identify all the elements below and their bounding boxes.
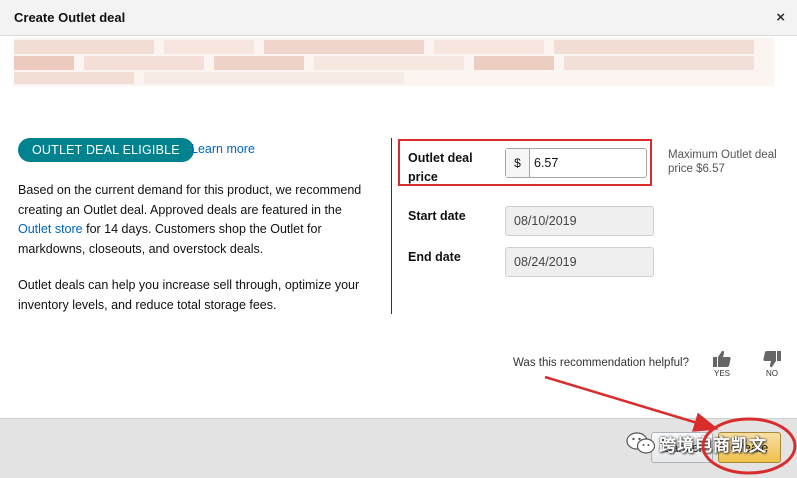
thumbs-up-button[interactable]: YES	[709, 350, 735, 378]
yes-label: YES	[713, 369, 730, 378]
max-price-note: Maximum Outlet deal price $6.57	[668, 149, 777, 175]
dialog-header: Create Outlet deal ×	[0, 0, 797, 36]
benefits-text: Outlet deals can help you increase sell …	[18, 278, 360, 312]
recommendation-text-part1: Based on the current demand for this pro…	[18, 183, 362, 217]
dialog-title: Create Outlet deal	[14, 10, 126, 25]
thumbs-down-icon	[763, 351, 781, 368]
start-date-field: 08/10/2019	[505, 206, 654, 236]
outlet-store-link[interactable]: Outlet store	[18, 222, 83, 236]
end-date-field: 08/24/2019	[505, 247, 654, 277]
blurred-product-title	[14, 38, 774, 86]
start-date-label: Start date	[408, 209, 466, 223]
close-icon[interactable]: ×	[776, 9, 785, 26]
feedback-question: Was this recommendation helpful?	[513, 357, 689, 369]
thumbs-down-button[interactable]: NO	[759, 350, 785, 378]
wechat-icon	[626, 432, 656, 454]
learn-more-link[interactable]: Learn more	[191, 142, 255, 156]
watermark-text: 跨境电商凯文	[659, 436, 767, 455]
watermark: 跨境电商凯文	[626, 429, 786, 455]
column-divider	[391, 138, 392, 314]
thumbs-up-icon	[713, 350, 731, 367]
no-label: NO	[766, 369, 778, 378]
price-highlight-annotation	[398, 139, 652, 186]
end-date-label: End date	[408, 250, 461, 264]
recommendation-text: Based on the current demand for this pro…	[18, 181, 378, 259]
outlet-eligible-badge: OUTLET DEAL ELIGIBLE	[18, 138, 194, 162]
